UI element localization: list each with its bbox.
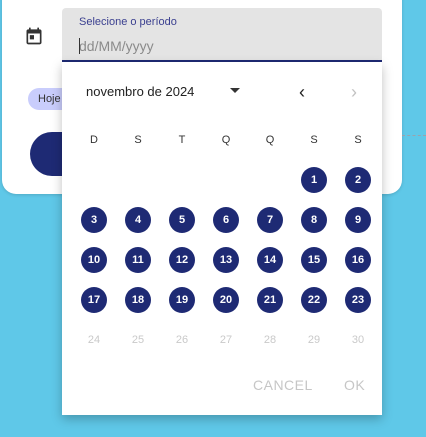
calendar-day[interactable]: 21 [257, 287, 283, 313]
calendar-day-disabled: 29 [307, 334, 321, 346]
calendar-day[interactable]: 14 [257, 247, 283, 273]
calendar-day[interactable]: 5 [169, 207, 195, 233]
calendar-day[interactable]: 3 [81, 207, 107, 233]
weekday-label: S [310, 134, 318, 146]
calendar-day-disabled: 25 [131, 334, 145, 346]
calendar-day[interactable]: 16 [345, 247, 371, 273]
calendar-day-disabled: 24 [87, 334, 101, 346]
calendar-day[interactable]: 9 [345, 207, 371, 233]
calendar-day[interactable]: 23 [345, 287, 371, 313]
calendar-day[interactable]: 18 [125, 287, 151, 313]
date-field-label: Selecione o período [79, 16, 177, 28]
calendar-day[interactable]: 8 [301, 207, 327, 233]
calendar-day[interactable]: 2 [345, 167, 371, 193]
calendar-day-disabled: 28 [263, 334, 277, 346]
calendar-day[interactable]: 12 [169, 247, 195, 273]
weekday-label: S [134, 134, 142, 146]
ok-button[interactable]: OK [344, 377, 365, 393]
calendar-day[interactable]: 10 [81, 247, 107, 273]
weekday-label: D [90, 134, 98, 146]
dashed-divider [402, 135, 426, 136]
calendar-day[interactable]: 6 [213, 207, 239, 233]
next-month-button[interactable]: › [344, 82, 364, 102]
calendar-day[interactable]: 17 [81, 287, 107, 313]
calendar-day[interactable]: 20 [213, 287, 239, 313]
weekday-label: Q [221, 134, 231, 146]
calendar-day[interactable]: 15 [301, 247, 327, 273]
date-picker-panel: novembro de 2024 ‹ › DSTQQSS 1 2 3 4 5 6 7 8 9 10… [62, 62, 382, 415]
calendar-day[interactable]: 22 [301, 287, 327, 313]
calendar-day[interactable]: 19 [169, 287, 195, 313]
calendar-day[interactable]: 1 [301, 167, 327, 193]
text-caret [79, 38, 80, 54]
calendar-day[interactable]: 11 [125, 247, 151, 273]
weekday-label: Q [265, 134, 275, 146]
calendar-day-disabled: 27 [219, 334, 233, 346]
date-field[interactable]: Selecione o período [62, 8, 382, 62]
previous-month-button[interactable]: ‹ [292, 82, 312, 102]
weekday-label: S [354, 134, 362, 146]
calendar-day[interactable]: 4 [125, 207, 151, 233]
cancel-button[interactable]: CANCEL [253, 377, 313, 393]
calendar-day[interactable]: 7 [257, 207, 283, 233]
weekday-label: T [178, 134, 186, 146]
date-input[interactable] [79, 36, 359, 56]
chevron-down-icon[interactable] [230, 88, 240, 93]
calendar-icon[interactable] [24, 26, 44, 46]
calendar-day[interactable]: 13 [213, 247, 239, 273]
month-year-selector[interactable]: novembro de 2024 [86, 84, 194, 99]
calendar-day-disabled: 30 [351, 334, 365, 346]
calendar-day-disabled: 26 [175, 334, 189, 346]
